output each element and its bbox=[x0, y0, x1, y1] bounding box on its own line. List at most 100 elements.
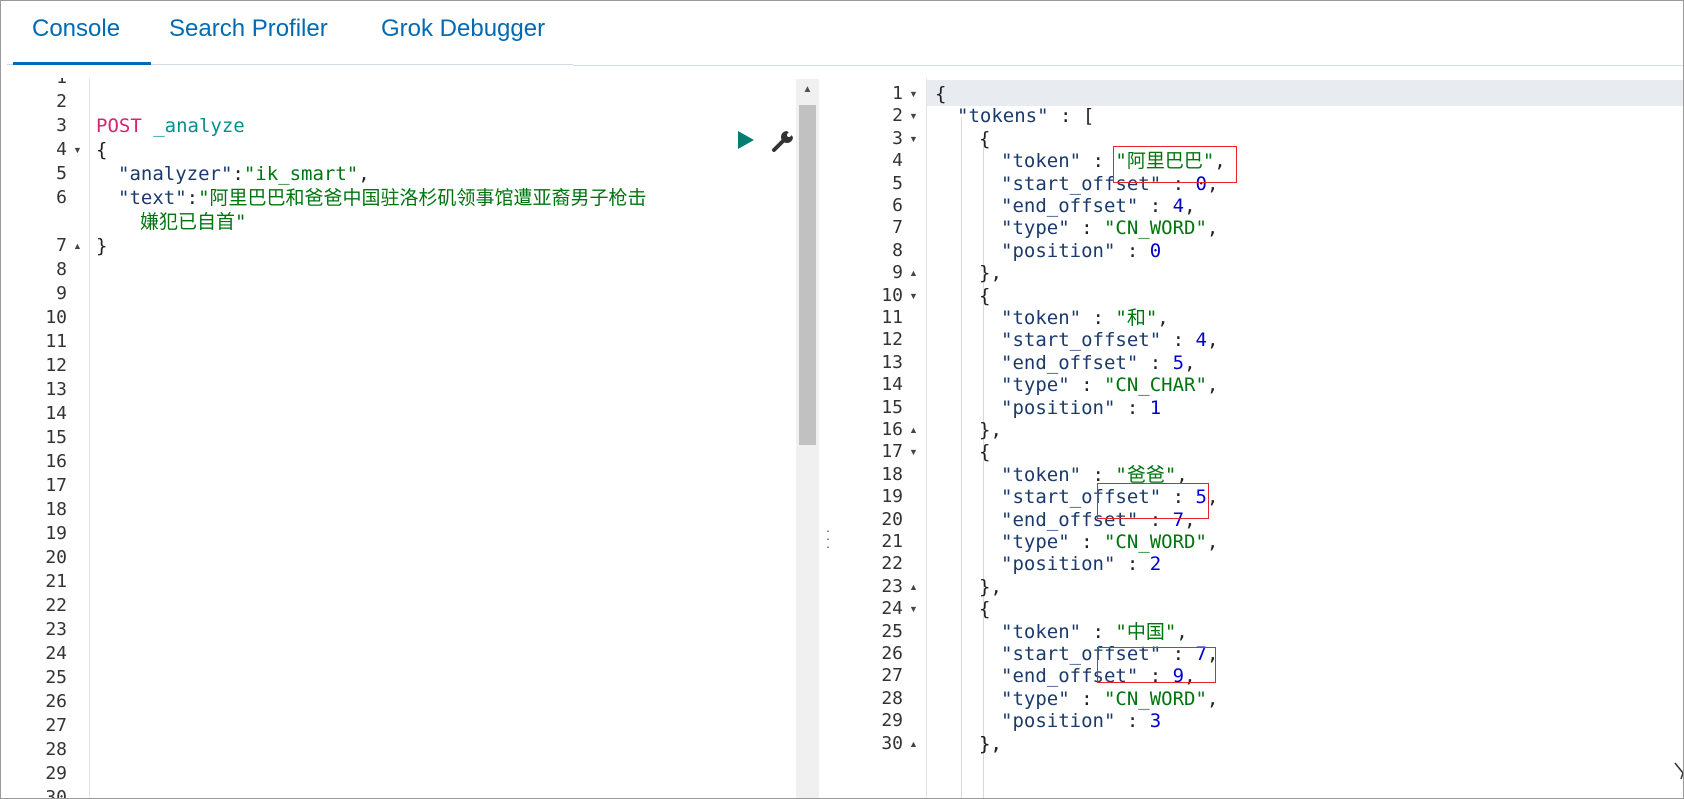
code-line: } bbox=[96, 234, 107, 258]
line-number: 26 bbox=[45, 691, 67, 712]
line-number: 15 bbox=[45, 427, 67, 448]
line-number: 2 bbox=[892, 105, 903, 127]
line-number: 8 bbox=[892, 239, 903, 261]
code-line: { bbox=[979, 284, 991, 307]
line-number: 17 bbox=[45, 475, 67, 496]
json-number: 1 bbox=[1149, 396, 1162, 419]
line-number: 21 bbox=[881, 531, 903, 552]
json-string: "CN_WORD" bbox=[1103, 531, 1207, 553]
json-string: "ik_smart" bbox=[243, 163, 359, 185]
json-number: 4 bbox=[1195, 329, 1207, 352]
request-gutter: 1234567891011121314151617181920212223242… bbox=[7, 78, 90, 799]
line-number: 12 bbox=[881, 329, 903, 351]
json-key: "start_offset" bbox=[1001, 329, 1162, 352]
code-line: "token" : "中国", bbox=[1001, 620, 1188, 643]
line-number: 6 bbox=[892, 195, 903, 216]
code-line: "text":"阿里巴巴和爸爸中国驻洛杉矶领事馆遭亚裔男子枪击 bbox=[118, 187, 647, 209]
triangle-up-icon[interactable]: ▲ bbox=[796, 83, 819, 97]
json-key: "token" bbox=[1001, 307, 1082, 329]
fold-toggle-icon[interactable]: ▼ bbox=[73, 138, 82, 162]
line-number: 15 bbox=[881, 396, 903, 418]
line-number: 29 bbox=[45, 763, 67, 784]
json-string: "CN_WORD" bbox=[1103, 217, 1207, 240]
line-number: 22 bbox=[881, 553, 903, 575]
line-number: 12 bbox=[45, 355, 67, 376]
code-line: { bbox=[979, 598, 991, 621]
response-gutter: 1 2 3 4 5 6 7 8 9 10 11 12 13 14 15 16 17 18 19 20 21 22 23 24 2… bbox=[843, 78, 927, 798]
line-number: 7 bbox=[56, 235, 67, 256]
line-number: 23 bbox=[881, 575, 903, 597]
line-number: 28 bbox=[45, 739, 67, 760]
line-number: 30 bbox=[45, 787, 67, 799]
line-number: 7 bbox=[892, 217, 903, 239]
code-line: "type" : "CN_WORD", bbox=[1001, 217, 1219, 240]
code-line: { bbox=[96, 138, 107, 162]
fold-toggle-icon[interactable]: ▲ bbox=[909, 732, 918, 756]
endpoint: _analyze bbox=[153, 115, 245, 137]
cursor-mark bbox=[1674, 762, 1683, 780]
code-line: { bbox=[979, 127, 991, 150]
fold-toggle-icon[interactable]: ▲ bbox=[909, 418, 918, 442]
line-number: 3 bbox=[56, 115, 67, 136]
json-string: "中国" bbox=[1115, 620, 1177, 643]
active-line-highlight bbox=[843, 80, 1683, 106]
line-number: 16 bbox=[45, 451, 67, 472]
line-number: 2 bbox=[56, 91, 67, 112]
line-number: 20 bbox=[45, 547, 67, 568]
fold-toggle-icon[interactable]: ▼ bbox=[909, 82, 918, 106]
line-number: 6 bbox=[56, 187, 67, 208]
code-line: { bbox=[935, 83, 947, 105]
line-number: 25 bbox=[881, 620, 903, 642]
json-number: 2 bbox=[1149, 553, 1162, 576]
code-line: 嫌犯已自首" bbox=[140, 210, 246, 234]
code-line: "position" : 3 bbox=[1001, 710, 1162, 733]
json-key: "position" bbox=[1001, 553, 1116, 576]
line-number: 14 bbox=[881, 374, 903, 396]
line-number: 23 bbox=[45, 619, 67, 640]
fold-toggle-icon[interactable]: ▼ bbox=[909, 104, 918, 128]
json-string: 嫌犯已自首" bbox=[140, 211, 247, 233]
json-key: "type" bbox=[1001, 374, 1070, 397]
active-tab-indicator bbox=[13, 62, 151, 65]
request-editor[interactable]: 1234567891011121314151617181920212223242… bbox=[7, 78, 797, 799]
code-line: "start_offset" : 4, bbox=[1001, 329, 1219, 352]
tab-bar: Console Search Profiler Grok Debugger bbox=[7, 1, 573, 65]
tab-console[interactable]: Console bbox=[32, 15, 120, 49]
wrench-icon[interactable] bbox=[770, 129, 796, 153]
request-scrollbar[interactable]: ▲ bbox=[796, 79, 819, 798]
code-line: }, bbox=[979, 262, 1002, 285]
code-line: "analyzer":"ik_smart", bbox=[118, 163, 370, 185]
fold-toggle-icon[interactable]: ▼ bbox=[909, 440, 918, 464]
scrollbar-thumb[interactable] bbox=[799, 105, 816, 445]
token-highlight-box bbox=[1113, 146, 1237, 183]
line-number: 21 bbox=[45, 571, 67, 592]
tab-grok-debugger[interactable]: Grok Debugger bbox=[381, 15, 545, 49]
line-number: 18 bbox=[45, 499, 67, 520]
code-line: "position" : 2 bbox=[1001, 553, 1162, 576]
json-key: "text" bbox=[118, 187, 187, 209]
code-line: { bbox=[979, 441, 991, 464]
line-number: 30 bbox=[881, 732, 903, 754]
vertical-dots-icon[interactable]: · · · bbox=[823, 523, 833, 556]
fold-toggle-icon[interactable]: ▼ bbox=[909, 597, 918, 621]
fold-toggle-icon[interactable]: ▲ bbox=[909, 261, 918, 285]
line-number: 22 bbox=[45, 595, 67, 616]
fold-toggle-icon[interactable]: ▼ bbox=[909, 284, 918, 308]
json-number: 5 bbox=[1172, 351, 1185, 374]
code-line: }, bbox=[979, 419, 1002, 441]
line-number: 16 bbox=[881, 419, 903, 440]
json-key: "token" bbox=[1001, 150, 1082, 173]
line-number: 26 bbox=[881, 643, 903, 664]
fold-toggle-icon[interactable]: ▲ bbox=[909, 575, 918, 599]
play-icon[interactable] bbox=[736, 129, 756, 151]
tab-search-profiler[interactable]: Search Profiler bbox=[169, 15, 328, 49]
line-number: 4 bbox=[892, 150, 903, 172]
line-number: 28 bbox=[881, 687, 903, 709]
line-number: 1 bbox=[892, 83, 903, 104]
code-line: }, bbox=[979, 732, 1002, 755]
code-line: "token" : "和", bbox=[1001, 307, 1169, 329]
line-number: 8 bbox=[56, 259, 67, 280]
brace: { bbox=[96, 139, 108, 161]
fold-toggle-icon[interactable]: ▼ bbox=[909, 127, 918, 151]
fold-toggle-icon[interactable]: ▲ bbox=[73, 234, 82, 258]
